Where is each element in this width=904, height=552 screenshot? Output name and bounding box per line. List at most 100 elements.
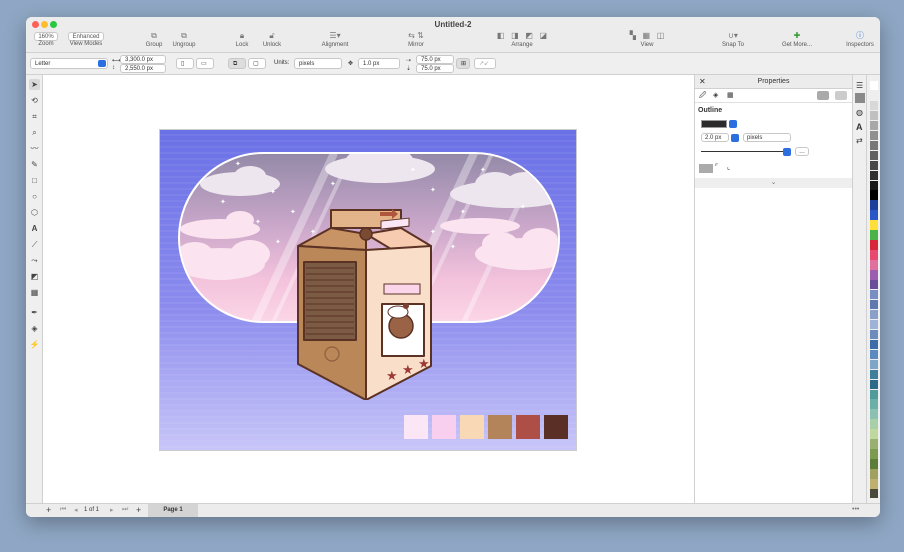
next-page-icon[interactable]: ▸: [110, 506, 114, 514]
palette-color-swatch[interactable]: [870, 270, 878, 280]
first-page-icon[interactable]: ⏮: [60, 506, 66, 514]
page-size-dropdown[interactable]: Letter: [30, 58, 108, 69]
palette-color-swatch[interactable]: [870, 150, 878, 161]
expand-section-icon[interactable]: ⌄: [695, 178, 852, 188]
alignment-control[interactable]: ☰▾ Alignment: [318, 32, 352, 49]
objects-icon[interactable]: ◍: [856, 108, 863, 117]
palette-color-swatch[interactable]: [870, 389, 878, 399]
close-panel-icon[interactable]: ✕: [699, 75, 706, 89]
crop-tool-icon[interactable]: ⌗: [29, 111, 40, 122]
palette-color-swatch[interactable]: [870, 230, 878, 240]
palette-color-swatch[interactable]: [870, 210, 878, 220]
artistic-media-tool-icon[interactable]: ✎: [29, 159, 40, 170]
outline-units-dropdown[interactable]: pixels: [743, 133, 791, 142]
text-tool-icon[interactable]: A: [29, 223, 40, 234]
previous-page-icon[interactable]: ◂: [74, 506, 78, 514]
fill-tab-icon[interactable]: ◈: [713, 91, 718, 99]
text-docker-icon[interactable]: A: [856, 122, 863, 132]
color-swatch[interactable]: [460, 415, 484, 439]
pick-tool-icon[interactable]: ➤: [29, 79, 40, 90]
palette-color-swatch[interactable]: [870, 329, 878, 340]
rectangle-tool-icon[interactable]: □: [29, 175, 40, 186]
view-control[interactable]: ▚ ▦ ◫ View: [614, 32, 680, 49]
corner-round-icon[interactable]: ⌜: [715, 163, 718, 171]
palette-color-swatch[interactable]: [870, 359, 878, 370]
chevron-down-icon[interactable]: [783, 148, 791, 156]
mirror-control[interactable]: ⇆ ⇅ Mirror: [392, 32, 440, 49]
view-modes-control[interactable]: Enhanced View Modes: [64, 32, 108, 47]
line-style-preview[interactable]: [701, 151, 789, 152]
palette-color-swatch[interactable]: [870, 200, 878, 210]
eyedropper-tool-icon[interactable]: ✒: [29, 307, 40, 318]
chevron-down-icon[interactable]: [731, 134, 739, 142]
transparency-tab-icon[interactable]: ▦: [727, 91, 734, 99]
zoom-dropdown[interactable]: 160%: [34, 32, 58, 41]
orientation-landscape-button[interactable]: ▭: [196, 58, 214, 69]
panel-expand-icon[interactable]: [835, 91, 847, 100]
palette-color-swatch[interactable]: [870, 429, 878, 439]
palette-color-swatch[interactable]: [870, 170, 878, 180]
duplicate-x-field[interactable]: 75.0 px: [416, 55, 454, 64]
palette-color-swatch[interactable]: [870, 130, 878, 141]
palette-color-swatch[interactable]: [870, 280, 878, 290]
color-swatch[interactable]: [432, 415, 456, 439]
palette-color-swatch[interactable]: [870, 349, 878, 360]
inspectors-button[interactable]: ⓘ Inspectors: [842, 32, 878, 49]
palette-options-icon[interactable]: •••: [852, 506, 859, 513]
palette-color-swatch[interactable]: [870, 439, 878, 449]
corner-bevel-icon[interactable]: ⌞: [727, 163, 730, 171]
page-height-field[interactable]: 2,550.0 px: [120, 64, 166, 73]
nudge-distance-field[interactable]: 1.0 px: [358, 58, 400, 69]
color-swatch[interactable]: [516, 415, 540, 439]
palette-color-swatch[interactable]: [870, 399, 878, 409]
duplicate-y-field[interactable]: 75.0 px: [416, 64, 454, 73]
palette-color-swatch[interactable]: [870, 90, 878, 101]
palette-color-swatch[interactable]: [870, 260, 878, 270]
get-more-button[interactable]: ✚ Get More...: [776, 32, 818, 49]
add-page-before-icon[interactable]: +: [46, 505, 51, 515]
properties-docker-icon[interactable]: [855, 93, 865, 103]
shape-tool-icon[interactable]: ⟲: [29, 95, 40, 106]
snap-to-control[interactable]: ∪▾ Snap To: [716, 32, 750, 49]
milk-carton-illustration[interactable]: ★ ★ ★: [296, 204, 436, 400]
add-page-after-icon[interactable]: +: [136, 505, 141, 515]
page-tab[interactable]: Page 1: [148, 504, 198, 517]
palette-color-swatch[interactable]: [870, 290, 878, 300]
palette-color-swatch[interactable]: [870, 459, 878, 469]
palette-color-swatch[interactable]: [870, 449, 878, 459]
connector-tool-icon[interactable]: ⤳: [29, 255, 40, 266]
palette-color-swatch[interactable]: [870, 100, 878, 111]
corner-miter-icon[interactable]: [699, 164, 713, 173]
ungroup-button[interactable]: ⧉ Ungroup: [170, 32, 198, 49]
scale-options-button[interactable]: ↗↙: [474, 58, 496, 69]
palette-color-swatch[interactable]: [870, 110, 878, 121]
zoom-control[interactable]: 160% Zoom: [30, 32, 62, 47]
color-swatch[interactable]: [404, 415, 428, 439]
zoom-tool-icon[interactable]: ⌕: [29, 127, 40, 138]
group-button[interactable]: ⧉ Group: [140, 32, 168, 49]
current-page-button[interactable]: ▢: [248, 58, 266, 69]
unlock-button[interactable]: 🔓︎ Unlock: [259, 32, 285, 49]
arrange-control[interactable]: ◧ ◨ ◩ ◪ Arrange: [476, 32, 568, 49]
ellipse-tool-icon[interactable]: ○: [29, 191, 40, 202]
color-swatch[interactable]: [544, 415, 568, 439]
palette-color-swatch[interactable]: [870, 140, 878, 151]
view-modes-dropdown[interactable]: Enhanced: [68, 32, 104, 41]
palette-color-swatch[interactable]: [870, 120, 878, 131]
layers-icon[interactable]: ☰: [856, 81, 863, 90]
color-swatch[interactable]: [488, 415, 512, 439]
palette-color-swatch[interactable]: [870, 309, 878, 320]
polygon-tool-icon[interactable]: ⬡: [29, 207, 40, 218]
freehand-tool-icon[interactable]: 〰: [29, 143, 40, 154]
palette-color-swatch[interactable]: [870, 479, 878, 489]
parallel-dimension-tool-icon[interactable]: ⟋: [29, 239, 40, 250]
palette-color-swatch[interactable]: [870, 319, 878, 330]
palette-color-swatch[interactable]: [870, 160, 878, 171]
panel-mode-icon[interactable]: [817, 91, 829, 100]
orientation-portrait-button[interactable]: ▯: [176, 58, 194, 69]
drop-shadow-tool-icon[interactable]: ◩: [29, 271, 40, 282]
palette-color-swatch[interactable]: [870, 240, 878, 250]
page-width-field[interactable]: 3,300.0 px: [120, 55, 166, 64]
more-options-button[interactable]: …: [795, 147, 809, 156]
palette-color-swatch[interactable]: [870, 469, 878, 479]
